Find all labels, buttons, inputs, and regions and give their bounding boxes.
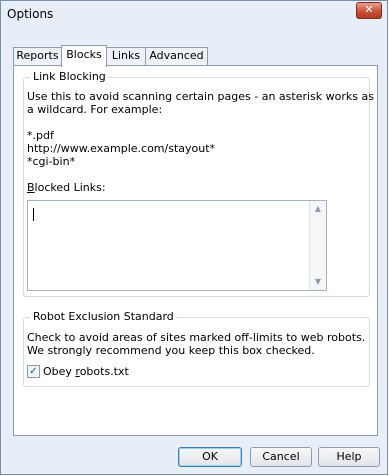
blocks-panel: Link Blocking Use this to avoid scanning… — [13, 65, 378, 436]
obey-robots-prefix: Obey — [43, 365, 76, 378]
tab-reports[interactable]: Reports — [13, 47, 62, 65]
robot-exclusion-legend: Robot Exclusion Standard — [30, 310, 177, 323]
example-cgi-bin: *cgi-bin* — [27, 155, 76, 168]
obey-robots-checkbox[interactable]: ✓ — [27, 365, 40, 378]
cancel-button[interactable]: Cancel — [250, 447, 312, 467]
obey-robots-label[interactable]: Obey robots.txt — [43, 365, 129, 378]
window-title: Options — [7, 7, 54, 21]
blocked-links-textarea[interactable]: ▲ ▼ — [27, 200, 327, 291]
tab-advanced[interactable]: Advanced — [145, 47, 208, 65]
blocked-links-label: Blocked Links: — [27, 181, 106, 194]
close-icon: ✕ — [364, 3, 374, 16]
robots-description-1: Check to avoid areas of sites marked off… — [27, 331, 366, 344]
link-blocking-description-2: a wildcard. For example: — [27, 103, 163, 116]
link-blocking-description-1: Use this to avoid scanning certain pages… — [27, 90, 374, 103]
scroll-down-icon[interactable]: ▼ — [310, 274, 326, 290]
ok-button[interactable]: OK — [178, 447, 242, 467]
scroll-up-icon[interactable]: ▲ — [310, 201, 326, 217]
tab-links[interactable]: Links — [106, 47, 146, 65]
title-bar: Options ✕ — [1, 1, 387, 29]
vertical-scrollbar[interactable]: ▲ ▼ — [309, 201, 326, 290]
close-button[interactable]: ✕ — [356, 2, 382, 19]
tab-blocks[interactable]: Blocks — [61, 45, 107, 67]
blocked-links-mnemonic: B — [27, 181, 35, 194]
checkmark-icon: ✓ — [29, 366, 38, 377]
options-dialog: Options ✕ Reports Blocks Links Advanced … — [0, 0, 388, 475]
link-blocking-legend: Link Blocking — [30, 70, 109, 83]
help-button[interactable]: Help — [318, 447, 380, 467]
example-pdf: *.pdf — [27, 129, 54, 142]
obey-robots-rest: obots.txt — [79, 365, 129, 378]
text-caret — [33, 208, 34, 221]
example-stayout: http://www.example.com/stayout* — [27, 142, 216, 155]
robots-description-2: We strongly recommend you keep this box … — [27, 344, 315, 357]
blocked-links-label-text: locked Links: — [34, 181, 106, 194]
